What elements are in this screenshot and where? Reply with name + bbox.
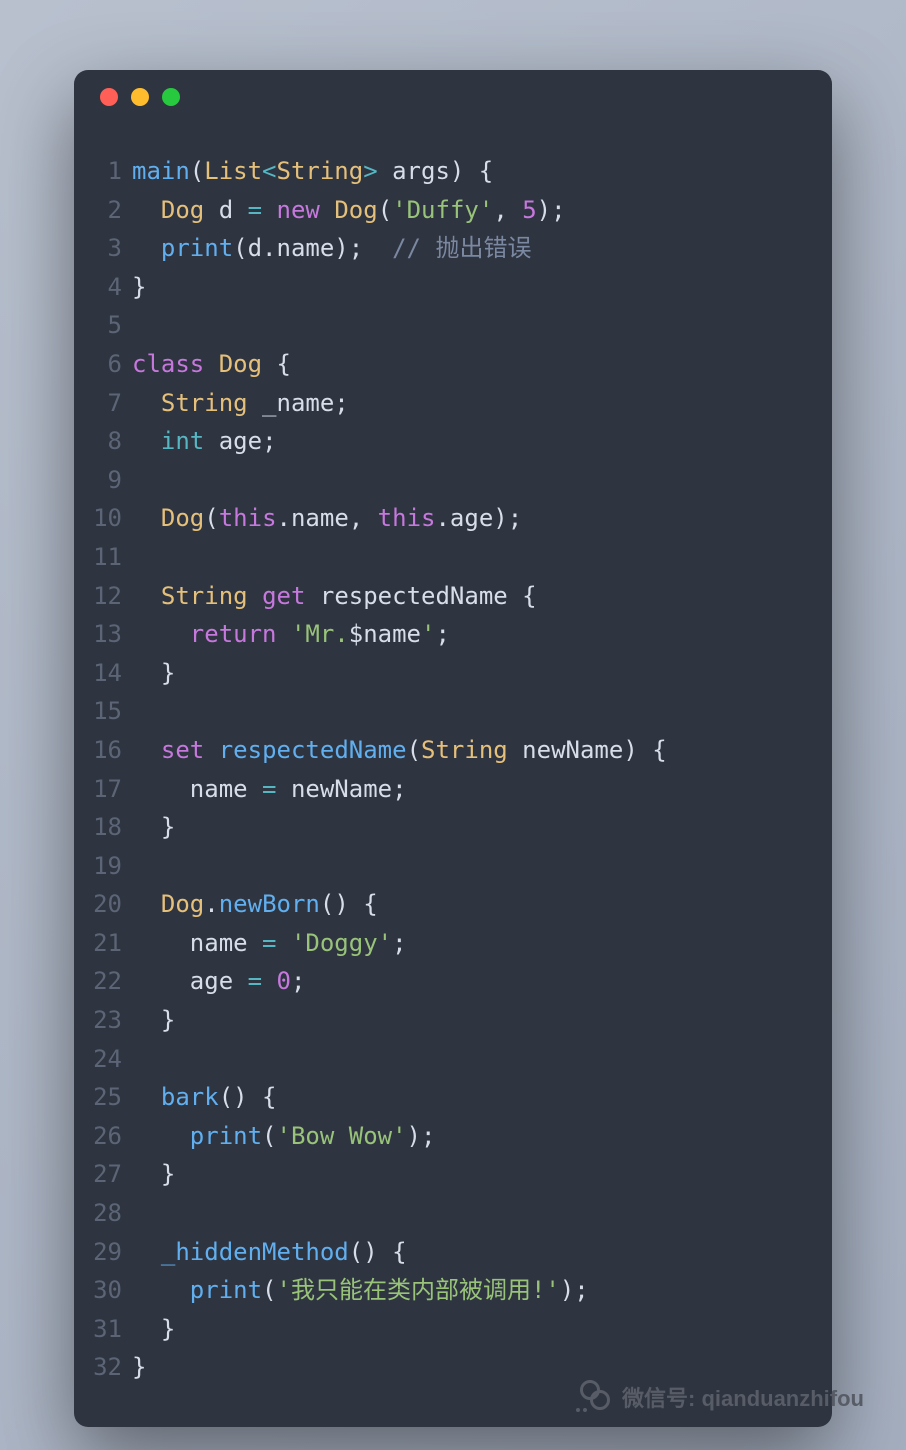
- line-code: String _name;: [132, 384, 349, 423]
- code-line: 27 }: [88, 1155, 808, 1194]
- code-line: 19: [88, 847, 808, 886]
- line-number: 16: [88, 731, 132, 770]
- code-line: 22 age = 0;: [88, 962, 808, 1001]
- code-line: 31 }: [88, 1310, 808, 1349]
- minimize-icon[interactable]: [131, 88, 149, 106]
- code-line: 2 Dog d = new Dog('Duffy', 5);: [88, 191, 808, 230]
- window-titlebar: [74, 70, 832, 124]
- code-line: 1main(List<String> args) {: [88, 152, 808, 191]
- line-code: return 'Mr.$name';: [132, 615, 450, 654]
- code-line: 18 }: [88, 808, 808, 847]
- code-line: 16 set respectedName(String newName) {: [88, 731, 808, 770]
- line-number: 19: [88, 847, 132, 886]
- line-number: 25: [88, 1078, 132, 1117]
- line-code: print('我只能在类内部被调用!');: [132, 1271, 589, 1310]
- line-number: 13: [88, 615, 132, 654]
- line-code: }: [132, 1001, 175, 1040]
- code-line: 12 String get respectedName {: [88, 577, 808, 616]
- line-code: age = 0;: [132, 962, 305, 1001]
- line-number: 9: [88, 461, 132, 500]
- line-number: 5: [88, 306, 132, 345]
- code-line: 21 name = 'Doggy';: [88, 924, 808, 963]
- line-number: 2: [88, 191, 132, 230]
- line-number: 3: [88, 229, 132, 268]
- code-editor-window: 1main(List<String> args) {2 Dog d = new …: [74, 70, 832, 1427]
- line-number: 29: [88, 1233, 132, 1272]
- line-code: Dog.newBorn() {: [132, 885, 378, 924]
- line-number: 4: [88, 268, 132, 307]
- line-number: 26: [88, 1117, 132, 1156]
- line-number: 24: [88, 1040, 132, 1079]
- code-line: 8 int age;: [88, 422, 808, 461]
- code-line: 10 Dog(this.name, this.age);: [88, 499, 808, 538]
- code-line: 7 String _name;: [88, 384, 808, 423]
- line-number: 17: [88, 770, 132, 809]
- line-number: 1: [88, 152, 132, 191]
- line-number: 28: [88, 1194, 132, 1233]
- line-number: 14: [88, 654, 132, 693]
- line-code: }: [132, 1155, 175, 1194]
- line-number: 21: [88, 924, 132, 963]
- line-code: name = newName;: [132, 770, 407, 809]
- line-number: 10: [88, 499, 132, 538]
- code-line: 6class Dog {: [88, 345, 808, 384]
- line-code: int age;: [132, 422, 277, 461]
- line-number: 12: [88, 577, 132, 616]
- line-number: 11: [88, 538, 132, 577]
- code-line: 29 _hiddenMethod() {: [88, 1233, 808, 1272]
- code-line: 17 name = newName;: [88, 770, 808, 809]
- line-code: print(d.name); // 抛出错误: [132, 229, 531, 268]
- line-code: }: [132, 1310, 175, 1349]
- code-line: 13 return 'Mr.$name';: [88, 615, 808, 654]
- line-code: }: [132, 268, 146, 307]
- line-code: print('Bow Wow');: [132, 1117, 435, 1156]
- code-area: 1main(List<String> args) {2 Dog d = new …: [74, 124, 832, 1427]
- code-line: 5: [88, 306, 808, 345]
- code-line: 24: [88, 1040, 808, 1079]
- code-line: 20 Dog.newBorn() {: [88, 885, 808, 924]
- line-code: Dog(this.name, this.age);: [132, 499, 522, 538]
- line-number: 31: [88, 1310, 132, 1349]
- line-code: Dog d = new Dog('Duffy', 5);: [132, 191, 566, 230]
- line-code: main(List<String> args) {: [132, 152, 493, 191]
- code-line: 14 }: [88, 654, 808, 693]
- line-number: 32: [88, 1348, 132, 1387]
- watermark-text: 微信号: qianduanzhifou: [622, 1381, 864, 1413]
- code-line: 11: [88, 538, 808, 577]
- line-number: 22: [88, 962, 132, 1001]
- line-code: _hiddenMethod() {: [132, 1233, 407, 1272]
- code-line: 15: [88, 692, 808, 731]
- wechat-icon: [576, 1380, 610, 1414]
- code-line: 4}: [88, 268, 808, 307]
- line-code: }: [132, 808, 175, 847]
- code-line: 9: [88, 461, 808, 500]
- line-code: set respectedName(String newName) {: [132, 731, 667, 770]
- line-code: String get respectedName {: [132, 577, 537, 616]
- line-number: 8: [88, 422, 132, 461]
- close-icon[interactable]: [100, 88, 118, 106]
- code-line: 26 print('Bow Wow');: [88, 1117, 808, 1156]
- zoom-icon[interactable]: [162, 88, 180, 106]
- line-number: 15: [88, 692, 132, 731]
- line-code: class Dog {: [132, 345, 291, 384]
- line-number: 23: [88, 1001, 132, 1040]
- line-code: }: [132, 654, 175, 693]
- code-line: 28: [88, 1194, 808, 1233]
- line-number: 27: [88, 1155, 132, 1194]
- code-line: 3 print(d.name); // 抛出错误: [88, 229, 808, 268]
- line-number: 30: [88, 1271, 132, 1310]
- code-line: 30 print('我只能在类内部被调用!');: [88, 1271, 808, 1310]
- line-code: name = 'Doggy';: [132, 924, 407, 963]
- watermark: 微信号: qianduanzhifou: [576, 1380, 864, 1414]
- code-line: 23 }: [88, 1001, 808, 1040]
- line-number: 7: [88, 384, 132, 423]
- line-code: bark() {: [132, 1078, 277, 1117]
- code-line: 25 bark() {: [88, 1078, 808, 1117]
- line-number: 6: [88, 345, 132, 384]
- line-code: }: [132, 1348, 146, 1387]
- line-number: 18: [88, 808, 132, 847]
- line-number: 20: [88, 885, 132, 924]
